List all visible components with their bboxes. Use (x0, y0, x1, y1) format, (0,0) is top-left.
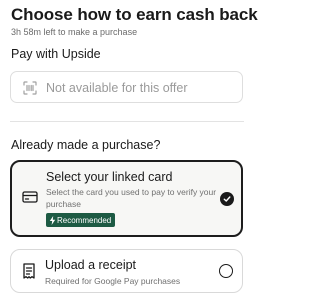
select-linked-card-option[interactable]: Select your linked card Select the card … (10, 160, 243, 237)
pay-with-upside-option-disabled: Not available for this offer (10, 71, 243, 103)
recommended-badge: Recommended (46, 213, 116, 227)
option-title: Select your linked card (46, 170, 173, 184)
time-remaining-text: 3h 58m left to make a purchase (11, 27, 138, 37)
pay-with-upside-heading: Pay with Upside (11, 47, 101, 61)
page-title: Choose how to earn cash back (11, 5, 258, 24)
selected-radio-button[interactable] (220, 192, 234, 206)
not-available-text: Not available for this offer (46, 81, 188, 95)
bolt-icon (49, 215, 56, 225)
option-description: Select the card you used to pay to verif… (46, 187, 217, 209)
already-purchased-heading: Already made a purchase? (11, 138, 161, 152)
option-description: Required for Google Pay purchases (45, 276, 181, 286)
section-divider (10, 121, 244, 122)
option-title: Upload a receipt (45, 258, 137, 272)
badge-label: Recommended (57, 215, 112, 225)
checkmark-icon (223, 196, 231, 202)
credit-card-icon (22, 191, 38, 203)
earn-cash-back-screen: Choose how to earn cash back 3h 58m left… (0, 0, 258, 300)
qr-scan-icon (23, 81, 37, 95)
receipt-icon (23, 263, 35, 279)
unselected-radio-button[interactable] (219, 264, 233, 278)
upload-receipt-option[interactable]: Upload a receipt Required for Google Pay… (10, 249, 243, 293)
